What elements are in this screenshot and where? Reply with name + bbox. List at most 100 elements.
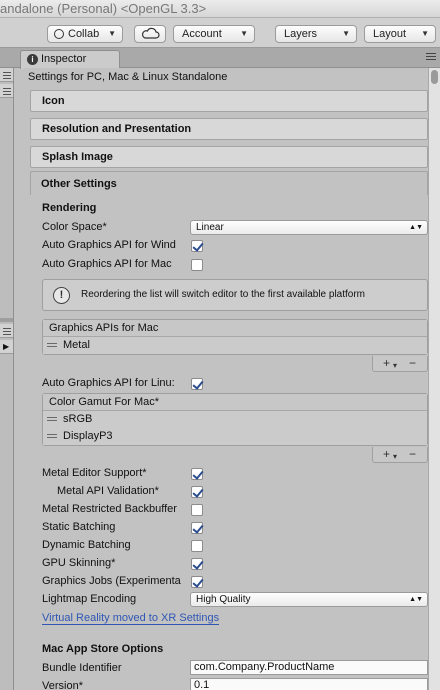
cloud-button[interactable] [134,25,166,43]
toolbar: Collab ▼ Account ▼ Layers ▼ Layout ▼ [0,18,440,48]
help-text: Reordering the list will switch editor t… [81,289,366,300]
metal-restricted-backbuffer-checkbox[interactable] [191,504,203,516]
other-settings: Other Settings Rendering Color Space* Li… [24,171,428,690]
layout-button[interactable]: Layout ▼ [364,25,436,43]
dynamic-batching-checkbox[interactable] [191,540,203,552]
auto-api-mac-label: Auto Graphics API for Mac [42,258,172,270]
section-label: Splash Image [42,151,113,163]
panel-splitter[interactable] [0,318,13,322]
window-title: andalone (Personal) <OpenGL 3.3> [0,1,207,16]
static-batching-checkbox[interactable] [191,522,203,534]
toggle-label: Metal Restricted Backbuffer [42,503,177,515]
section-icon[interactable]: Icon [30,90,428,112]
inspector-panel: Settings for PC, Mac & Linux Standalone … [24,68,440,690]
bundle-id-label: Bundle Identifier [42,662,122,674]
drag-handle-icon[interactable] [47,343,57,349]
drag-handle-icon[interactable] [47,434,57,440]
auto-api-windows-label: Auto Graphics API for Wind [42,239,176,251]
dropdown-arrows-icon: ▲▼ [409,596,423,603]
lightmap-encoding-value: High Quality [196,594,251,605]
left-panel-header [0,324,13,338]
color-gamut-header: Color Gamut For Mac* [43,394,427,411]
list-item-label: sRGB [63,413,93,425]
account-label: Account [182,28,222,40]
account-button[interactable]: Account ▼ [173,25,255,43]
metal-editor-support-checkbox[interactable] [191,468,203,480]
remove-icon[interactable]: − [409,356,416,370]
collab-icon [54,29,64,39]
chevron-down-icon: ▼ [108,29,116,38]
chevron-down-icon: ▼ [342,29,350,38]
toggle-label: Metal API Validation* [57,485,159,497]
auto-api-windows-checkbox[interactable] [191,240,203,252]
lightmap-encoding-dropdown[interactable]: High Quality ▲▼ [190,592,428,607]
version-label: Version* [42,680,83,690]
chevron-down-icon[interactable]: ▾ [393,359,397,373]
version-input[interactable]: 0.1 [190,678,428,690]
other-settings-header[interactable]: Other Settings [30,171,428,195]
layers-button[interactable]: Layers ▼ [275,25,357,43]
rendering-heading: Rendering [42,202,97,214]
help-box: ! Reordering the list will switch editor… [42,279,428,311]
graphics-jobs-checkbox[interactable] [191,576,203,588]
inspector-title: Settings for PC, Mac & Linux Standalone [28,71,228,83]
chevron-down-icon: ▼ [421,29,429,38]
chevron-down-icon[interactable]: ▾ [393,450,397,464]
toggle-label: Metal Editor Support* [42,467,147,479]
left-panel-menu-icon[interactable] [0,84,13,98]
drag-handle-icon[interactable] [47,417,57,423]
layers-label: Layers [284,28,318,40]
auto-api-linux-checkbox[interactable] [191,378,203,390]
graphics-apis-footer: + ▾ − [372,356,428,372]
add-icon[interactable]: + [383,447,390,461]
list-item[interactable]: DisplayP3 [43,428,427,445]
list-item-label: DisplayP3 [63,430,113,442]
dropdown-arrows-icon: ▲▼ [409,224,423,231]
section-label: Icon [42,95,65,107]
layout-label: Layout [373,28,407,40]
list-item[interactable]: Metal [43,337,427,354]
toggle-label: Graphics Jobs (Experimenta [42,575,181,587]
mac-app-store-heading: Mac App Store Options [42,643,164,655]
section-label: Resolution and Presentation [42,123,192,135]
tab-row: i Inspector [0,48,440,69]
info-icon: i [27,54,38,65]
toggle-label: Static Batching [42,521,116,533]
graphics-apis-header: Graphics APIs for Mac [43,320,427,337]
bundle-id-input[interactable]: com.Company.ProductName [190,660,428,675]
toggle-label: GPU Skinning* [42,557,116,569]
left-panel: ▶ [0,68,14,690]
left-panel-toggle[interactable]: ▶ [0,340,13,354]
list-item[interactable]: sRGB [43,411,427,428]
lightmap-encoding-label: Lightmap Encoding [42,593,137,605]
metal-api-validation-checkbox[interactable] [191,486,203,498]
left-panel-header [0,68,13,82]
color-space-value: Linear [196,222,224,233]
section-splash[interactable]: Splash Image [30,146,428,168]
color-gamut-footer: + ▾ − [372,447,428,463]
collab-button[interactable]: Collab ▼ [47,25,123,43]
chevron-right-icon: ▶ [3,342,10,351]
color-space-label: Color Space* [42,221,107,233]
list-item-label: Metal [63,339,90,351]
auto-api-linux-label: Auto Graphics API for Linu: [42,377,175,389]
window-titlebar: andalone (Personal) <OpenGL 3.3> [0,0,440,18]
remove-icon[interactable]: − [409,447,416,461]
section-resolution[interactable]: Resolution and Presentation [30,118,428,140]
inspector-scrollbar[interactable] [428,68,440,690]
tab-inspector-label: Inspector [41,53,87,65]
add-icon[interactable]: + [383,356,390,370]
section-label: Other Settings [41,178,117,190]
graphics-apis-list: Graphics APIs for Mac Metal [42,319,428,355]
auto-api-mac-checkbox[interactable] [191,259,203,271]
chevron-down-icon: ▼ [240,29,248,38]
collab-label: Collab [68,28,100,40]
cloud-icon [141,27,160,39]
gpu-skinning-checkbox[interactable] [191,558,203,570]
scrollbar-thumb[interactable] [431,70,438,84]
color-space-dropdown[interactable]: Linear ▲▼ [190,220,428,235]
toggle-label: Dynamic Batching [42,539,131,551]
vr-settings-link[interactable]: Virtual Reality moved to XR Settings [42,612,220,625]
tab-inspector[interactable]: i Inspector [20,50,120,69]
panel-menu-icon[interactable] [426,53,436,63]
